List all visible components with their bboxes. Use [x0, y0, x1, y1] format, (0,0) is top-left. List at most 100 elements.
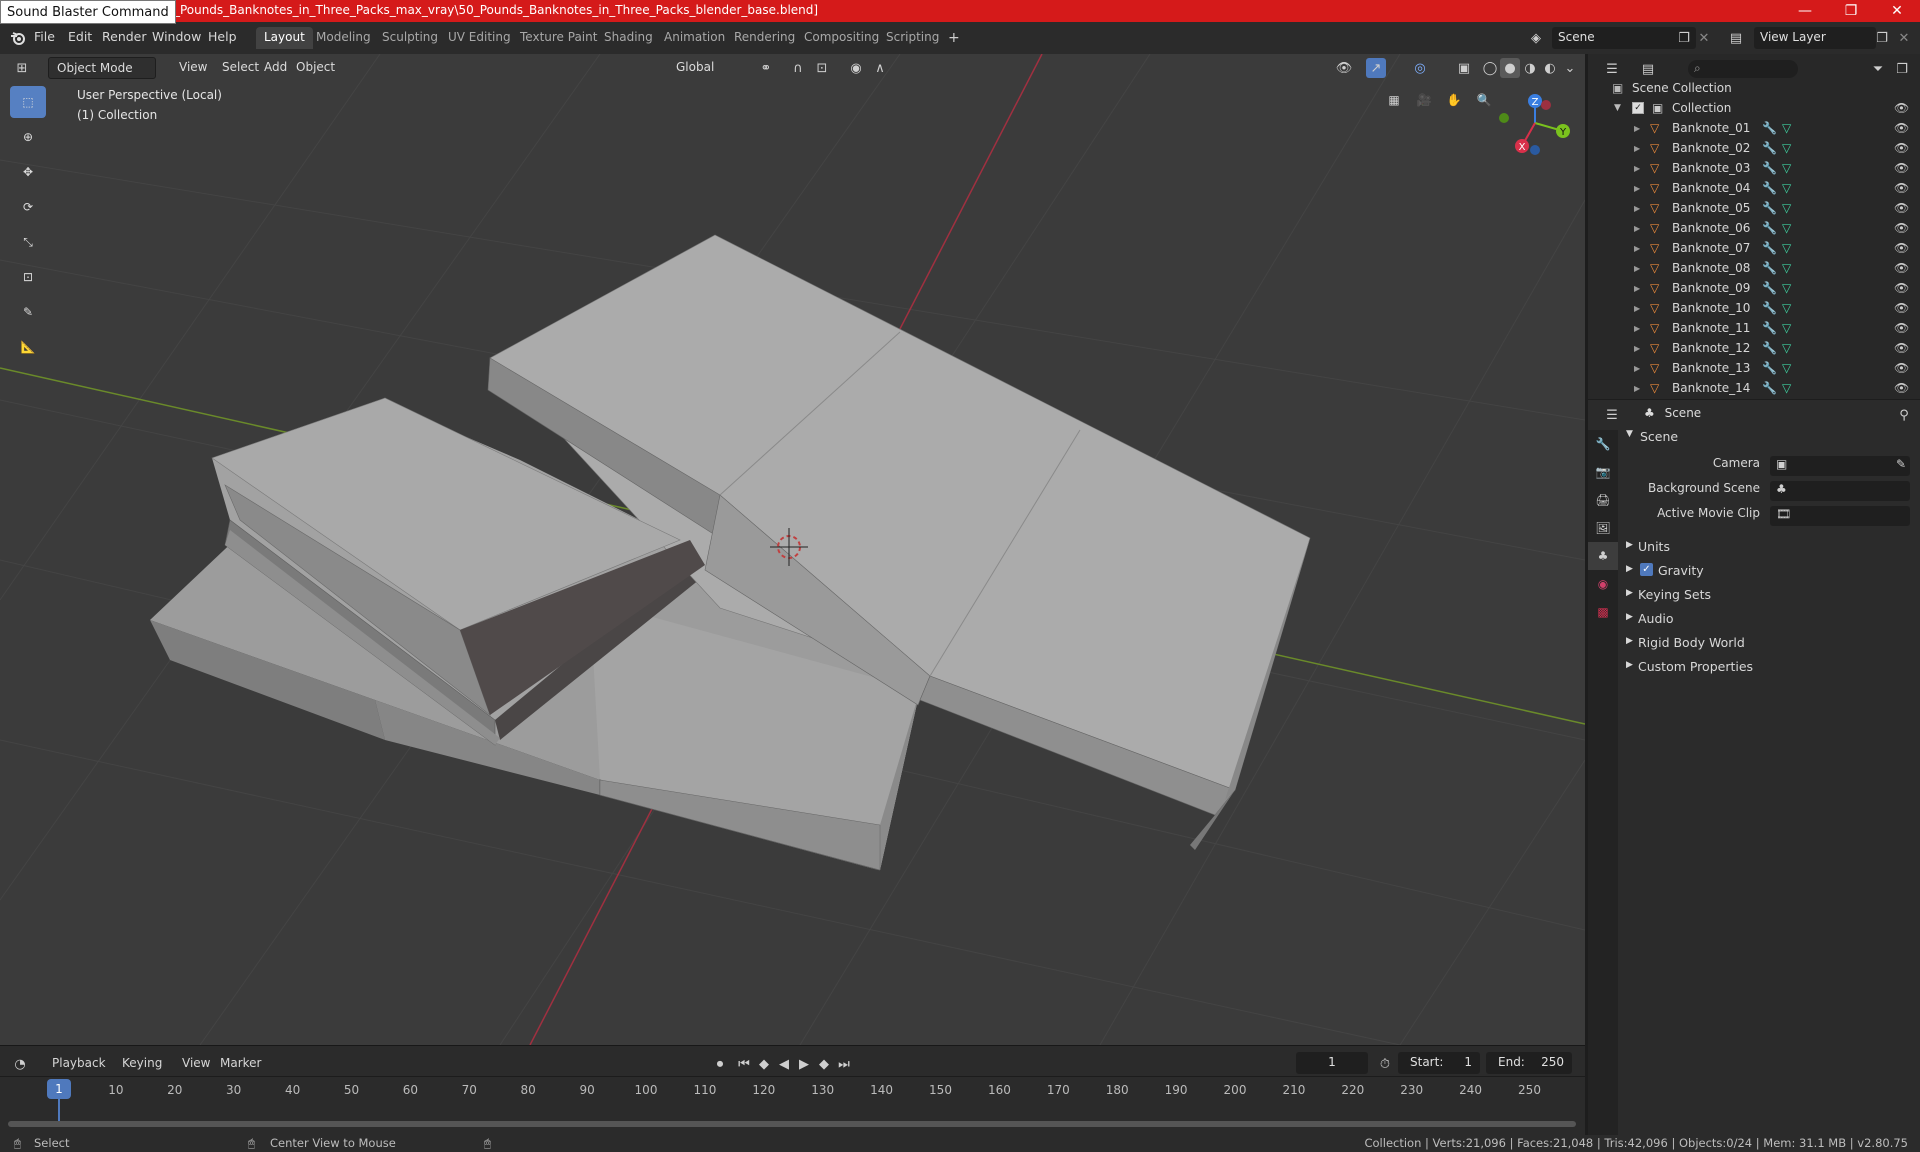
- playhead[interactable]: 1: [47, 1079, 71, 1099]
- background-scene-field[interactable]: ♣: [1770, 481, 1910, 501]
- expand-icon[interactable]: ▶: [1634, 364, 1640, 373]
- close-button[interactable]: ✕: [1874, 0, 1920, 22]
- start-frame-field[interactable]: Start: 1: [1398, 1052, 1480, 1074]
- panel-gravity[interactable]: ▶ ✓ Gravity: [1620, 560, 1920, 582]
- world-tab-icon[interactable]: ◉: [1588, 570, 1618, 598]
- delete-view-layer-icon[interactable]: ✕: [1894, 28, 1914, 48]
- measure-tool-icon[interactable]: 📐: [10, 331, 46, 363]
- new-scene-icon[interactable]: ❐: [1674, 28, 1694, 48]
- tab-shading[interactable]: Shading: [596, 27, 661, 49]
- gravity-checkbox[interactable]: ✓: [1640, 563, 1653, 576]
- outliner-row-object[interactable]: ▶ ▽ Banknote_05 🔧 ▽ 👁: [1588, 198, 1920, 218]
- panel-rigid-body-world[interactable]: ▶ Rigid Body World: [1620, 632, 1920, 654]
- play-reverse-icon[interactable]: ◀: [774, 1054, 794, 1074]
- current-frame-field[interactable]: 1: [1296, 1052, 1368, 1074]
- timeline-menu-playback[interactable]: Playback: [52, 1056, 106, 1070]
- viewport-menu-object[interactable]: Object: [288, 57, 343, 79]
- new-view-layer-icon[interactable]: ❐: [1872, 28, 1892, 48]
- outliner-row-object[interactable]: ▶ ▽ Banknote_02 🔧 ▽ 👁: [1588, 138, 1920, 158]
- outliner-row-object[interactable]: ▶ ▽ Banknote_14 🔧 ▽ 👁: [1588, 378, 1920, 398]
- tab-uv-editing[interactable]: UV Editing: [440, 27, 519, 49]
- mesh-data-icon[interactable]: ▽: [1782, 221, 1791, 235]
- tab-rendering[interactable]: Rendering: [726, 27, 803, 49]
- toggle-grid-view-icon[interactable]: ▦: [1381, 87, 1407, 113]
- visibility-icon[interactable]: 👁: [1894, 101, 1909, 115]
- select-box-tool-icon[interactable]: ⬚: [10, 86, 46, 118]
- shading-options-icon[interactable]: ⌄: [1560, 58, 1580, 78]
- expand-icon[interactable]: ▶: [1634, 144, 1640, 153]
- end-frame-field[interactable]: End: 250: [1486, 1052, 1572, 1074]
- menu-help[interactable]: Help: [208, 29, 237, 44]
- panel-units[interactable]: ▶ Units: [1620, 536, 1920, 558]
- zoom-view-icon[interactable]: 🔍: [1471, 87, 1497, 113]
- scene-tab-icon[interactable]: ♣: [1588, 542, 1618, 570]
- wireframe-shading-icon[interactable]: ◯: [1480, 58, 1500, 78]
- modifier-wrench-icon[interactable]: 🔧: [1762, 161, 1777, 175]
- view-layer-tab-icon[interactable]: 🖼: [1588, 514, 1618, 542]
- material-shading-icon[interactable]: ◑: [1520, 58, 1540, 78]
- view-layer-icon[interactable]: ▤: [1726, 28, 1746, 48]
- outliner-row-object[interactable]: ▶ ▽ Banknote_13 🔧 ▽ 👁: [1588, 358, 1920, 378]
- tab-scripting[interactable]: Scripting: [878, 27, 947, 49]
- tab-compositing[interactable]: Compositing: [796, 27, 887, 49]
- blender-logo-icon[interactable]: [8, 28, 28, 48]
- mesh-data-icon[interactable]: ▽: [1782, 241, 1791, 255]
- outliner-row-object[interactable]: ▶ ▽ Banknote_10 🔧 ▽ 👁: [1588, 298, 1920, 318]
- falloff-icon[interactable]: ∧: [870, 58, 890, 78]
- visibility-selectability-icon[interactable]: 👁: [1334, 58, 1354, 78]
- outliner-row-scene-collection[interactable]: ▣ Scene Collection: [1588, 78, 1920, 98]
- gizmo-neg-x-icon[interactable]: [1541, 100, 1551, 110]
- rendered-shading-icon[interactable]: ◐: [1540, 58, 1560, 78]
- modifier-wrench-icon[interactable]: 🔧: [1762, 221, 1777, 235]
- 3d-viewport[interactable]: [0, 54, 1585, 1045]
- tab-layout[interactable]: Layout: [256, 27, 313, 49]
- scene-browse-icon[interactable]: ◈: [1526, 28, 1546, 48]
- expand-icon[interactable]: ▶: [1634, 344, 1640, 353]
- modifier-wrench-icon[interactable]: 🔧: [1762, 121, 1777, 135]
- mesh-data-icon[interactable]: ▽: [1782, 281, 1791, 295]
- mesh-data-icon[interactable]: ▽: [1782, 361, 1791, 375]
- expand-icon[interactable]: ▶: [1634, 304, 1640, 313]
- outliner-row-object[interactable]: ▶ ▽ Banknote_07 🔧 ▽ 👁: [1588, 238, 1920, 258]
- active-movie-clip-field[interactable]: 🎞: [1770, 506, 1910, 526]
- jump-end-icon[interactable]: ⏭: [834, 1054, 854, 1074]
- xray-icon[interactable]: ▣: [1454, 58, 1474, 78]
- expand-icon[interactable]: ▶: [1634, 224, 1640, 233]
- mesh-data-icon[interactable]: ▽: [1782, 161, 1791, 175]
- mesh-data-icon[interactable]: ▽: [1782, 141, 1791, 155]
- visibility-icon[interactable]: 👁: [1894, 281, 1909, 295]
- viewport-scene[interactable]: [0, 54, 1585, 1045]
- outliner-search-input[interactable]: ⌕: [1688, 60, 1798, 78]
- panel-custom-properties[interactable]: ▶ Custom Properties: [1620, 656, 1920, 678]
- menu-edit[interactable]: Edit: [68, 29, 92, 44]
- mesh-data-icon[interactable]: ▽: [1782, 201, 1791, 215]
- visibility-icon[interactable]: 👁: [1894, 181, 1909, 195]
- visibility-icon[interactable]: 👁: [1894, 201, 1909, 215]
- render-tab-icon[interactable]: 📷: [1588, 458, 1618, 486]
- camera-view-icon[interactable]: 🎥: [1411, 87, 1437, 113]
- visibility-icon[interactable]: 👁: [1894, 241, 1909, 255]
- modifier-wrench-icon[interactable]: 🔧: [1762, 141, 1777, 155]
- mesh-data-icon[interactable]: ▽: [1782, 381, 1791, 395]
- jump-start-icon[interactable]: ⏮: [734, 1054, 754, 1074]
- texture-tab-icon[interactable]: ▩: [1588, 598, 1618, 626]
- new-collection-icon[interactable]: ❐: [1892, 59, 1912, 79]
- add-workspace-button[interactable]: +: [940, 27, 968, 49]
- expand-icon[interactable]: ▶: [1634, 244, 1640, 253]
- visibility-icon[interactable]: 👁: [1894, 381, 1909, 395]
- modifier-wrench-icon[interactable]: 🔧: [1762, 381, 1777, 395]
- tool-tab-icon[interactable]: 🔧: [1588, 430, 1618, 458]
- timeline-scrollbar[interactable]: [8, 1121, 1576, 1127]
- visibility-icon[interactable]: 👁: [1894, 321, 1909, 335]
- timeline-menu-marker[interactable]: Marker: [220, 1056, 261, 1070]
- expand-icon[interactable]: ▶: [1634, 284, 1640, 293]
- gizmo-neg-z-icon[interactable]: [1530, 145, 1540, 155]
- visibility-icon[interactable]: 👁: [1894, 361, 1909, 375]
- prev-keyframe-icon[interactable]: ◆: [754, 1054, 774, 1074]
- modifier-wrench-icon[interactable]: 🔧: [1762, 261, 1777, 275]
- visibility-icon[interactable]: 👁: [1894, 301, 1909, 315]
- outliner-row-object[interactable]: ▶ ▽ Banknote_11 🔧 ▽ 👁: [1588, 318, 1920, 338]
- pivot-point-icon[interactable]: ⚭: [756, 58, 776, 78]
- expand-icon[interactable]: ▶: [1634, 264, 1640, 273]
- snap-icon[interactable]: ∩: [788, 58, 808, 78]
